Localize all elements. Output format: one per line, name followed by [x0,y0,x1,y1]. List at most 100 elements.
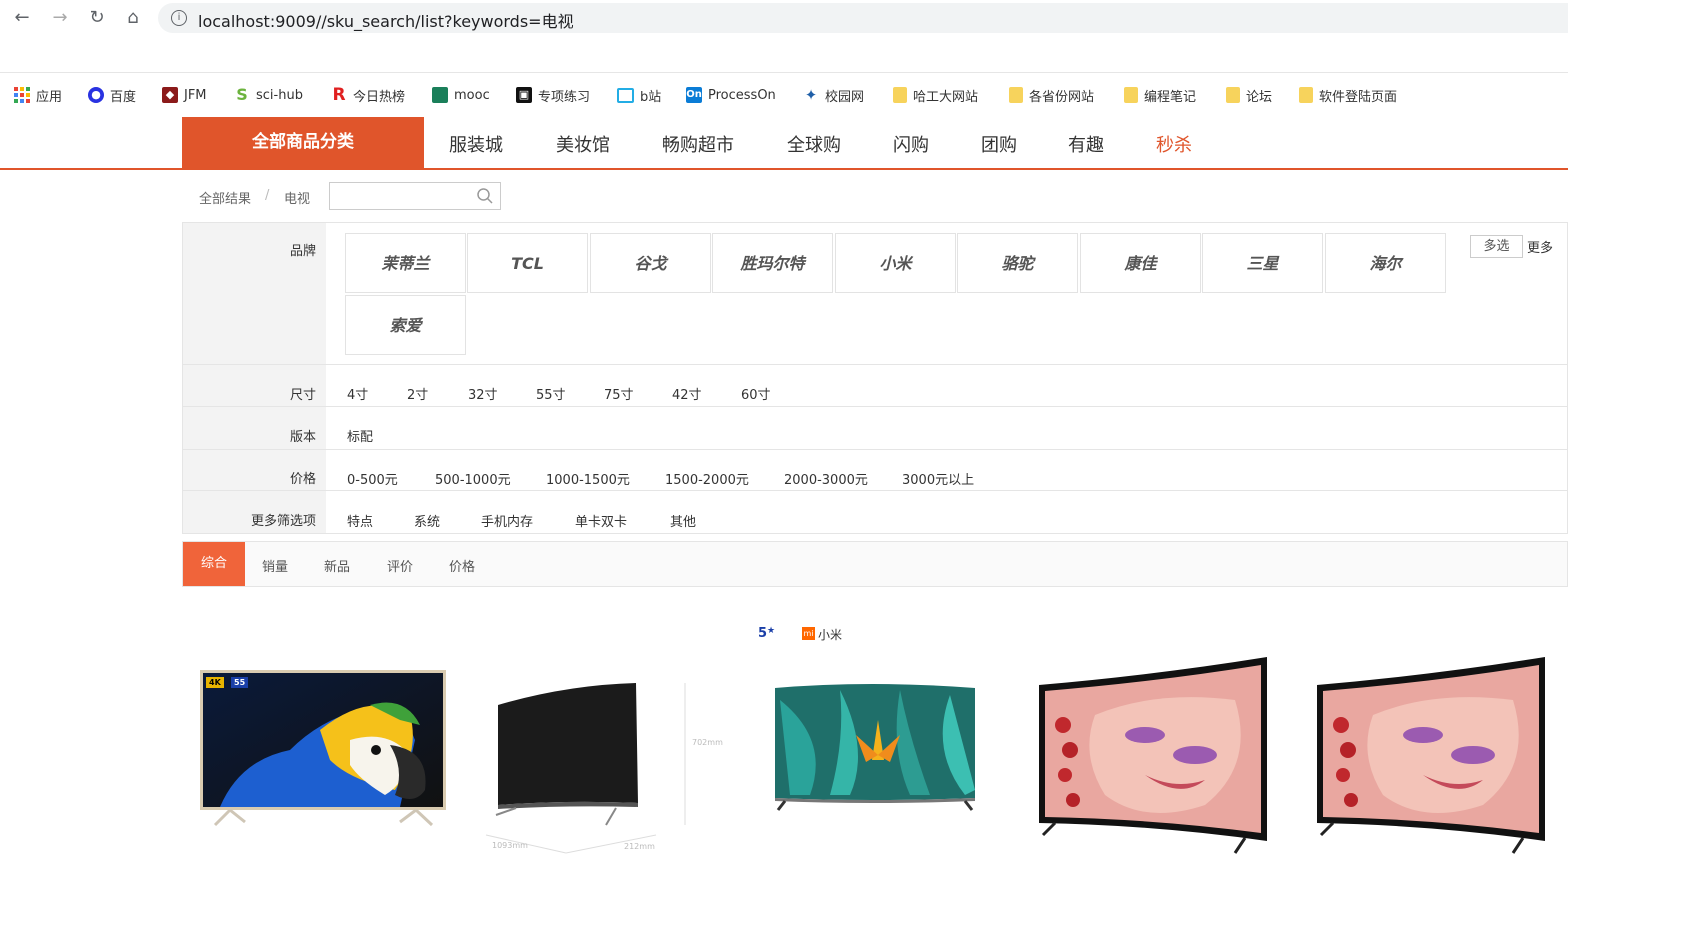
size-option[interactable]: 75寸 [604,384,634,403]
tv3-rating: 5 [758,626,768,641]
bookmarks-bar: 应用 ● 百度 ◆ JFM S sci-hub R 今日热榜 mooc ▣ 专项… [0,40,1568,105]
tv-curved-black-image [485,683,686,854]
price-option[interactable]: 1500-2000元 [665,469,749,488]
tv2-height-dim: 702mm [692,738,723,747]
processon-on-icon: On [686,87,702,103]
brand-item[interactable]: 胜玛尔特 [712,233,833,293]
bookmark-label: 编程笔记 [1144,89,1197,105]
brand-item[interactable]: 三星 [1202,233,1323,293]
version-option[interactable]: 标配 [347,426,373,445]
price-option[interactable]: 3000元以上 [902,469,974,488]
bookmark-jfm[interactable]: ◆ JFM [162,85,207,105]
price-option[interactable]: 500-1000元 [435,469,511,488]
bookmark-mooc[interactable]: mooc [432,85,490,105]
sort-sales[interactable]: 销量 [262,556,288,575]
bookmark-campus[interactable]: ✦ 校园网 [803,85,864,105]
nav-item-supermarket[interactable]: 畅购超市 [662,131,734,157]
nav-item-beauty[interactable]: 美妆馆 [556,131,610,157]
bookmark-label: 哈工大网站 [913,89,979,105]
back-arrow-icon[interactable]: ← [10,6,34,30]
price-option[interactable]: 1000-1500元 [546,469,630,488]
bookmark-label: b站 [640,89,662,105]
row-divider [183,406,1568,407]
sort-reviews[interactable]: 评价 [387,556,413,575]
search-within-input[interactable] [329,182,501,210]
home-icon[interactable]: ⌂ [121,6,145,30]
folder-icon [1009,87,1023,103]
bookmark-label: 论坛 [1246,89,1273,105]
bookmark-apps[interactable]: 应用 [14,85,62,105]
brand-item[interactable]: 小米 [835,233,956,293]
bookmark-folder-hit[interactable]: 哈工大网站 [893,85,978,105]
tv-portrait-image-a [1039,657,1267,854]
more-option[interactable]: 特点 [347,511,373,530]
nav-item-fun[interactable]: 有趣 [1068,131,1104,157]
nav-item-global[interactable]: 全球购 [787,131,841,157]
filter-label-brand: 品牌 [289,244,316,259]
size-option[interactable]: 55寸 [536,384,566,403]
size-option[interactable]: 2寸 [407,384,428,403]
bookmark-baidu[interactable]: ● 百度 [88,85,136,105]
product-image[interactable] [1035,655,1275,855]
size-option[interactable]: 4寸 [347,384,368,403]
sort-comprehensive[interactable]: 综合 [183,542,245,586]
brand-item[interactable]: 海尔 [1325,233,1446,293]
bookmark-bilibili[interactable]: b站 [617,85,661,105]
bookmark-folder-login[interactable]: 软件登陆页面 [1299,85,1397,105]
more-option[interactable]: 手机内存 [481,511,533,530]
product-image[interactable]: 5★ mi 小米 [750,625,990,815]
site-info-icon[interactable]: i [171,10,187,26]
brand-item[interactable]: TCL [467,233,588,293]
search-icon[interactable] [476,187,494,205]
brand-item[interactable]: 谷戈 [590,233,711,293]
filter-label-version: 版本 [289,430,316,445]
size-option[interactable]: 32寸 [468,384,498,403]
nav-item-clothing[interactable]: 服装城 [449,131,503,157]
row-divider [183,449,1568,450]
forward-arrow-icon[interactable]: → [48,6,72,30]
bookmark-folder-provinces[interactable]: 各省份网站 [1009,85,1094,105]
r-logo-icon: R [332,85,346,105]
nav-item-flash[interactable]: 闪购 [893,131,929,157]
tv3-brand: 小米 [818,628,843,642]
bookmark-rebang[interactable]: R 今日热榜 [331,85,405,105]
more-option[interactable]: 单卡双卡 [575,511,627,530]
multi-select-button[interactable]: 多选 [1470,235,1523,258]
size-option[interactable]: 60寸 [741,384,771,403]
more-option[interactable]: 其他 [670,511,696,530]
product-image[interactable]: 702mm 1093mm 212mm [476,675,726,855]
breadcrumb-root[interactable]: 全部结果 [199,188,251,207]
size-option[interactable]: 42寸 [672,384,702,403]
bookmark-scihub[interactable]: S sci-hub [234,85,303,105]
brand-item[interactable]: 索爱 [345,295,466,355]
bookmark-practice[interactable]: ▣ 专项练习 [516,85,590,105]
more-brands-link[interactable]: 更多 [1527,237,1553,256]
tv-leaves-image [775,684,975,811]
brand-item[interactable]: 茉蒂兰 [345,233,466,293]
sort-price[interactable]: 价格 [449,556,475,575]
folder-icon [893,87,907,103]
brand-item[interactable]: 康佳 [1080,233,1201,293]
bookmark-label: mooc [454,87,490,103]
nav-item-group[interactable]: 团购 [981,131,1017,157]
bookmark-folder-forum[interactable]: 论坛 [1226,85,1272,105]
product-image[interactable]: 4K 55 [200,670,446,830]
bookmark-processon[interactable]: On ProcessOn [686,85,776,105]
tv1-badge-4k: 4K [206,677,224,688]
nav-item-seckill[interactable]: 秒杀 [1156,131,1192,157]
browser-address-bar: ← → ↻ ⌂ i localhost:9009//sku_search/lis… [0,0,1568,36]
bookmark-label: sci-hub [256,87,303,103]
price-option[interactable]: 0-500元 [347,469,398,488]
brand-item[interactable]: 骆驼 [957,233,1078,293]
sort-new[interactable]: 新品 [324,556,350,575]
reload-icon[interactable]: ↻ [85,6,109,30]
all-categories-button[interactable]: 全部商品分类 [182,117,424,168]
nowcoder-icon: ▣ [516,87,532,103]
price-option[interactable]: 2000-3000元 [784,469,868,488]
url-text[interactable]: localhost:9009//sku_search/list?keywords… [198,8,574,32]
more-option[interactable]: 系统 [414,511,440,530]
filter-label-size: 尺寸 [289,388,316,403]
filter-label-price: 价格 [289,472,316,487]
bookmark-folder-notes[interactable]: 编程笔记 [1124,85,1196,105]
product-image[interactable] [1313,655,1553,855]
